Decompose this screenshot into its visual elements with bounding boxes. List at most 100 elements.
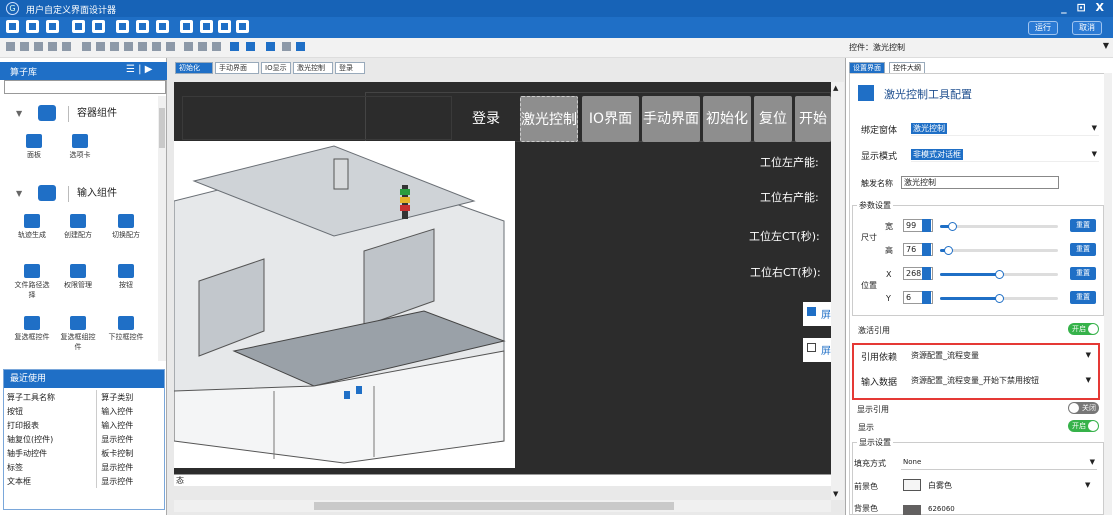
tab-laser[interactable]: 激光控制 xyxy=(293,62,333,74)
left-scrollbar[interactable] xyxy=(158,96,166,361)
shield-checkbox-1[interactable]: 屏 xyxy=(803,302,831,326)
new-icon[interactable] xyxy=(6,20,19,33)
share-icon[interactable] xyxy=(136,20,149,33)
width-spinner[interactable] xyxy=(922,219,931,232)
fill-mode-select[interactable]: None ▼ xyxy=(901,456,1097,470)
table-row[interactable]: 轴复位(控件) 显示控件 xyxy=(5,432,163,446)
redo-icon[interactable] xyxy=(62,42,71,51)
warning-icon[interactable] xyxy=(218,20,231,33)
copy-icon[interactable] xyxy=(180,20,193,33)
height-slider-track[interactable] xyxy=(940,249,1058,252)
send-back-icon[interactable] xyxy=(246,42,255,51)
checkbox-checked-icon[interactable] xyxy=(807,307,816,316)
tile-dropdown[interactable]: 下拉框控件 xyxy=(106,316,146,342)
chevron-down-icon[interactable]: ▼ xyxy=(1086,376,1091,384)
width-slider-track[interactable] xyxy=(940,225,1058,228)
chevron-down-icon[interactable]: ▼ xyxy=(16,189,22,198)
height-spinner[interactable] xyxy=(922,243,931,256)
save-icon[interactable] xyxy=(46,20,59,33)
align-bottom-icon[interactable] xyxy=(152,42,161,51)
x-reset-button[interactable]: 重置 xyxy=(1070,267,1096,280)
nav-start-button[interactable]: 开始 xyxy=(795,96,831,142)
nav-reset-button[interactable]: 复位 xyxy=(754,96,792,142)
tile-checkbox[interactable]: 复选框控件 xyxy=(12,316,52,342)
chevron-down-icon[interactable]: ▼ xyxy=(1092,124,1097,132)
x-spinner[interactable] xyxy=(922,267,931,280)
input-data-select[interactable]: 资源配置_流程变量_开始下禁用按钮 ▼ xyxy=(911,374,1093,388)
grid-icon[interactable] xyxy=(236,20,249,33)
y-slider-knob[interactable] xyxy=(995,294,1004,303)
delete-icon[interactable] xyxy=(34,42,43,51)
table-row[interactable]: 按钮 输入控件 xyxy=(5,404,163,418)
right-scrollbar[interactable] xyxy=(1104,73,1112,515)
nav-manual-button[interactable]: 手动界面 xyxy=(642,96,700,142)
tile-panel[interactable]: 面板 xyxy=(14,134,54,160)
group-icon[interactable] xyxy=(266,42,275,51)
trash-icon[interactable] xyxy=(282,42,291,51)
undo-icon[interactable] xyxy=(48,42,57,51)
scroll-up-icon[interactable]: ▲ xyxy=(833,84,838,92)
tile-switch-recipe[interactable]: 切换配方 xyxy=(106,214,146,240)
window-controls[interactable]: _ ⊡ X xyxy=(1061,1,1107,14)
trigger-name-input[interactable]: 激光控制 xyxy=(901,176,1059,189)
tab-login[interactable]: 登录 xyxy=(335,62,365,74)
height-reset-button[interactable]: 重置 xyxy=(1070,243,1096,256)
align-top-icon[interactable] xyxy=(124,42,133,51)
chevron-down-icon[interactable]: ▼ xyxy=(1086,351,1091,359)
pointer-icon[interactable] xyxy=(296,42,305,51)
scroll-down-icon[interactable]: ▼ xyxy=(833,490,838,498)
section-input[interactable]: ▼ 输入组件 xyxy=(12,183,152,205)
chevron-down-icon[interactable]: ▼ xyxy=(1085,481,1090,489)
chevron-down-icon[interactable]: ▼ xyxy=(16,109,22,118)
tile-button[interactable]: 按钮 xyxy=(106,264,146,290)
tile-file-path[interactable]: 文件路径选择 xyxy=(12,264,52,300)
same-size-icon[interactable] xyxy=(212,42,221,51)
ref-dep-select[interactable]: 资源配置_流程变量 ▼ xyxy=(911,349,1093,363)
cut-icon[interactable] xyxy=(20,42,29,51)
chevron-down-icon[interactable]: ▼ xyxy=(1092,150,1097,158)
show-toggle[interactable]: 开启 xyxy=(1068,420,1099,432)
tile-checkbox-group[interactable]: 复选框组控件 xyxy=(58,316,98,352)
export-icon[interactable] xyxy=(92,20,105,33)
align-right-icon[interactable] xyxy=(110,42,119,51)
nav-io-button[interactable]: IO界面 xyxy=(582,96,639,142)
y-reset-button[interactable]: 重置 xyxy=(1070,291,1096,304)
bind-window-select[interactable]: 激光控制 ▼ xyxy=(911,122,1099,136)
cancel-button[interactable]: 取消 xyxy=(1072,21,1102,35)
tile-tab[interactable]: 选项卡 xyxy=(60,134,100,160)
checkbox-icon[interactable] xyxy=(807,343,816,352)
align-left-icon[interactable] xyxy=(82,42,91,51)
distribute-icon[interactable] xyxy=(166,42,175,51)
same-height-icon[interactable] xyxy=(198,42,207,51)
tile-create-recipe[interactable]: 创建配方 xyxy=(58,214,98,240)
x-slider-knob[interactable] xyxy=(995,270,1004,279)
control-selector[interactable]: 控件： 激光控制 ▼ xyxy=(845,38,1113,58)
fg-color-swatch[interactable] xyxy=(903,479,921,491)
same-width-icon[interactable] xyxy=(184,42,193,51)
section-container[interactable]: ▼ 容器组件 xyxy=(12,103,152,125)
image-icon[interactable] xyxy=(156,20,169,33)
align-middle-icon[interactable] xyxy=(138,42,147,51)
align-center-icon[interactable] xyxy=(96,42,105,51)
activate-ref-toggle[interactable]: 开启 xyxy=(1068,323,1099,335)
width-reset-button[interactable]: 重置 xyxy=(1070,219,1096,232)
chevron-down-icon[interactable]: ▼ xyxy=(1090,458,1095,466)
open-icon[interactable] xyxy=(26,20,39,33)
canvas-hscrollbar[interactable] xyxy=(174,500,831,512)
show-ref-toggle[interactable]: 关闭 xyxy=(1068,402,1099,414)
tab-manual[interactable]: 手动界面 xyxy=(215,62,259,74)
width-slider-knob[interactable] xyxy=(948,222,957,231)
bg-color-swatch[interactable] xyxy=(903,505,921,515)
run-button[interactable]: 运行 xyxy=(1028,21,1058,35)
lock-icon[interactable] xyxy=(72,20,85,33)
nav-init-button[interactable]: 初始化 xyxy=(703,96,751,142)
copy-icon[interactable] xyxy=(6,42,15,51)
nav-laser-button[interactable]: 激光控制 xyxy=(520,96,578,142)
height-slider-knob[interactable] xyxy=(944,246,953,255)
chevron-down-icon[interactable]: ▼ xyxy=(1103,41,1109,50)
paste-icon[interactable] xyxy=(200,20,213,33)
shield-checkbox-2[interactable]: 屏 xyxy=(803,338,831,362)
list-view-icon[interactable]: ☰ | ▶ xyxy=(126,64,152,75)
bring-front-icon[interactable] xyxy=(230,42,239,51)
operator-search-input[interactable] xyxy=(4,80,166,94)
